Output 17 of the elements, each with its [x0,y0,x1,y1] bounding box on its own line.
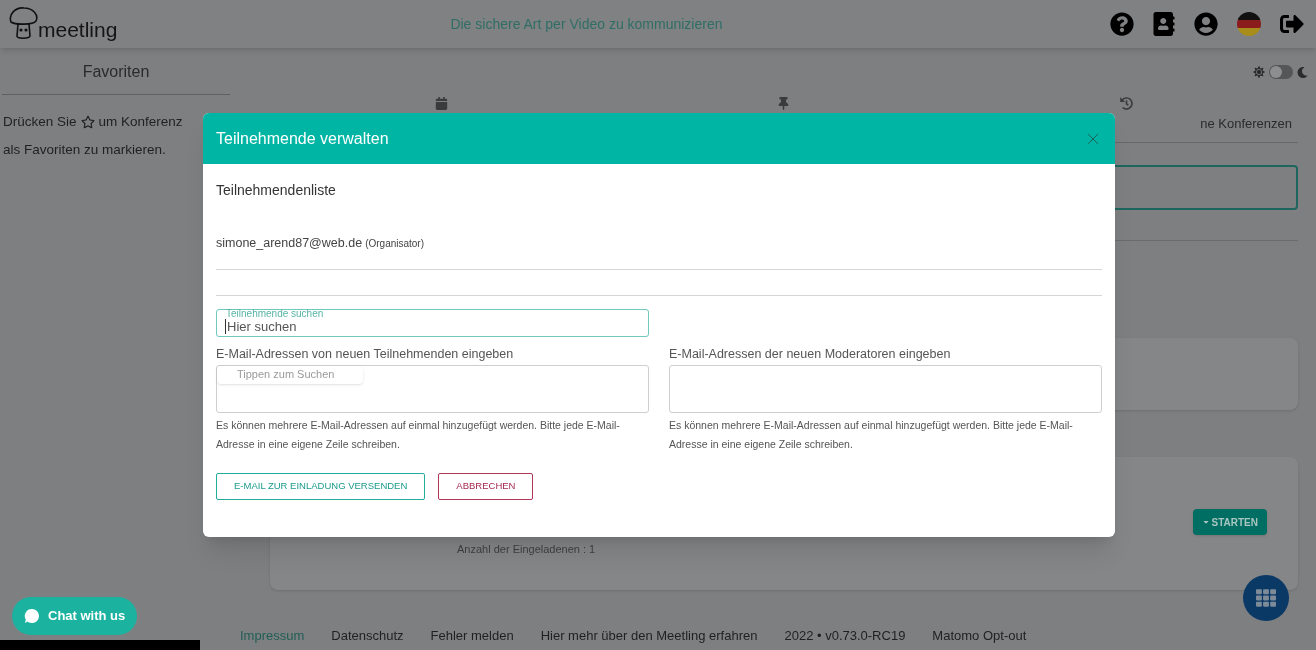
search-suggestion: Tippen zum Suchen [217,366,363,384]
field-label: E-Mail-Adressen der neuen Moderatoren eingeben [669,346,952,362]
favorites-title: Favoriten [2,48,230,95]
field-hint: Es können mehrere E-Mail-Adressen auf einmal hinzugefügt werden. Bitte jede E-Mail-Adresse in eine eigene Zeile schreiben. [669,418,1074,452]
favorites-hint: als Favoriten zu markieren. [3,142,166,157]
favorites-hint: um Konferenz [98,113,183,131]
participant-role: (Organisator) [365,237,425,251]
favorites-hint: Drücken Sie [3,113,77,131]
participant-email: simone_arend87@web.de [216,235,363,252]
dialog-title: Teilnehmende verwalten [216,128,389,149]
invited-count: Anzahl der Eingeladenen : 1 [457,542,597,557]
field-hint: Es können mehrere E-Mail-Adressen auf einmal hinzugefügt werden. Bitte jede E-Mail-Adresse in eine eigene Zeile schreiben. [216,418,621,452]
field-label: Teilnehmende suchen [226,309,325,319]
tagline: Die sichere Art per Video zu kommunizieren [450,14,723,34]
section-title: Teilnehmendenliste [216,181,337,200]
field-label: E-Mail-Adressen von neuen Teilnehmenden eingeben [216,346,515,362]
logo-text: meetling [38,19,118,40]
